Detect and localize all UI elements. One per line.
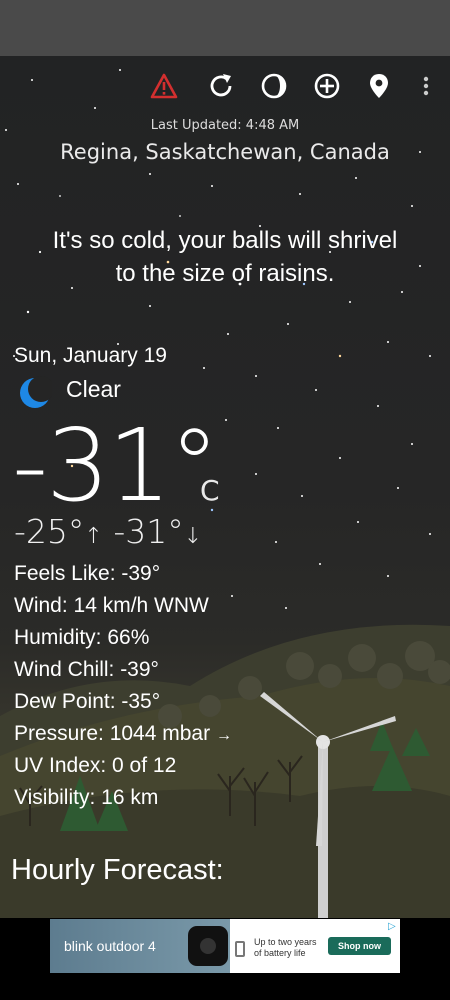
- ad-choices-icon[interactable]: ▷: [388, 921, 396, 932]
- location-name[interactable]: Regina, Saskatchewan, Canada: [0, 140, 450, 164]
- temperature-unit[interactable]: C: [200, 474, 220, 507]
- pressure-trend-icon: →: [215, 727, 232, 744]
- ad-copy-line-1: Up to two years: [254, 937, 317, 947]
- crescent-moon-icon: [18, 376, 54, 410]
- wind-chill: Wind Chill: -39°: [14, 658, 159, 681]
- more-icon[interactable]: [408, 70, 444, 102]
- weather-screen: Last Updated: 4:48 AM Regina, Saskatchew…: [0, 56, 450, 918]
- shop-now-button[interactable]: Shop now: [328, 937, 391, 955]
- location-pin-icon[interactable]: [361, 70, 397, 102]
- current-date: Sun, January 19: [14, 344, 167, 367]
- last-updated: Last Updated: 4:48 AM: [150, 118, 300, 133]
- visibility: Visibility: 16 km: [14, 786, 159, 809]
- uv-index: UV Index: 0 of 12: [14, 754, 177, 777]
- camera-icon: [188, 926, 228, 966]
- current-temperature: -31°: [12, 407, 219, 524]
- high-low: -25°↑ -31°↓: [14, 512, 202, 551]
- status-bar: [0, 0, 450, 56]
- condition-text: Clear: [66, 376, 121, 402]
- refresh-icon[interactable]: [203, 70, 239, 102]
- pressure: Pressure: 1044 mbar: [14, 722, 211, 745]
- wind: Wind: 14 km/h WNW: [14, 594, 209, 617]
- quip-line-1: It's so cold, your balls will shrivel: [52, 227, 398, 254]
- ad-brand: blink outdoor 4: [64, 938, 156, 954]
- weather-quip: It's so cold, your balls will shrivel to…: [0, 224, 450, 290]
- hourly-forecast-title: Hourly Forecast:: [11, 854, 224, 886]
- down-arrow-icon: ↓: [183, 524, 203, 549]
- pressure-row: Pressure: 1044 mbar →: [14, 722, 232, 754]
- ad-copy: Up to two years of battery life: [254, 937, 317, 959]
- high-temp: -25°: [14, 512, 85, 551]
- add-location-icon[interactable]: [309, 70, 345, 102]
- quip-line-2: to the size of raisins.: [115, 260, 335, 287]
- weather-details: Feels Like: -39° Wind: 14 km/h WNW Humid…: [14, 562, 232, 818]
- battery-icon: [235, 941, 245, 957]
- moon-phase-icon[interactable]: [256, 70, 292, 102]
- ad-copy-line-2: of battery life: [254, 948, 306, 958]
- up-arrow-icon: ↑: [84, 524, 103, 549]
- humidity: Humidity: 66%: [14, 626, 150, 649]
- dew-point: Dew Point: -35°: [14, 690, 161, 713]
- feels-like: Feels Like: -39°: [14, 562, 161, 585]
- alert-icon[interactable]: [146, 70, 182, 102]
- banner-ad[interactable]: blink outdoor 4 Up to two years of batte…: [50, 919, 400, 973]
- low-temp: -31°: [113, 512, 184, 551]
